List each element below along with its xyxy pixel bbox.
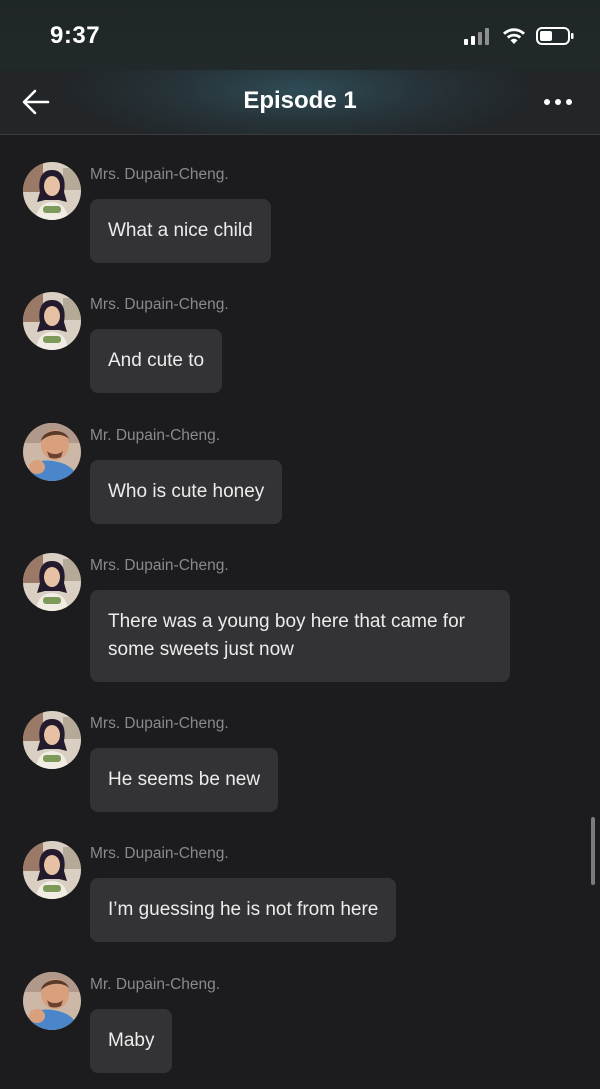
message-bubble[interactable]: I’m guessing he is not from here — [90, 878, 397, 942]
chat-list[interactable]: Mrs. Dupain-Cheng. What a nice child Mrs… — [0, 135, 600, 1089]
sender-name: Mrs. Dupain-Cheng. — [90, 296, 229, 313]
sender-name: Mrs. Dupain-Cheng. — [90, 845, 229, 862]
more-horizontal-icon — [544, 99, 572, 105]
message-bubble[interactable]: What a nice child — [90, 199, 271, 263]
status-icons — [464, 26, 574, 46]
avatar-mrs-icon — [23, 162, 81, 220]
sender-name: Mrs. Dupain-Cheng. — [90, 557, 229, 574]
scrollbar[interactable] — [591, 817, 595, 885]
avatar-mrs-dupain-cheng[interactable] — [23, 841, 81, 899]
avatar-mr-dupain-cheng[interactable] — [23, 423, 81, 481]
message-bubble[interactable]: Maby — [90, 1009, 173, 1073]
message-bubble[interactable]: Who is cute honey — [90, 460, 283, 524]
sender-name: Mrs. Dupain-Cheng. — [90, 715, 229, 732]
avatar-mrs-icon — [23, 711, 81, 769]
page-title: Episode 1 — [243, 87, 357, 114]
avatar-mrs-icon — [23, 553, 81, 611]
status-time: 9:37 — [50, 22, 101, 49]
avatar-mrs-icon — [23, 841, 81, 899]
wifi-icon — [503, 28, 525, 44]
avatar-mr-dupain-cheng[interactable] — [23, 972, 81, 1030]
avatar-mr-icon — [23, 972, 81, 1030]
sender-name: Mrs. Dupain-Cheng. — [90, 166, 229, 183]
message-bubble[interactable]: He seems be new — [90, 748, 279, 812]
avatar-mrs-dupain-cheng[interactable] — [23, 162, 81, 220]
avatar-mrs-icon — [23, 292, 81, 350]
sender-name: Mr. Dupain-Cheng. — [90, 976, 221, 993]
nav-header: Episode 1 — [0, 70, 600, 135]
status-bar: 9:37 — [0, 0, 600, 70]
avatar-mrs-dupain-cheng[interactable] — [23, 711, 81, 769]
cellular-signal-icon — [464, 28, 489, 45]
message-bubble[interactable]: There was a young boy here that came for… — [90, 590, 510, 682]
sender-name: Mr. Dupain-Cheng. — [90, 427, 221, 444]
avatar-mrs-dupain-cheng[interactable] — [23, 553, 81, 611]
more-options-button[interactable] — [538, 86, 578, 118]
avatar-mrs-dupain-cheng[interactable] — [23, 292, 81, 350]
battery-icon — [536, 27, 574, 45]
avatar-mr-icon — [23, 423, 81, 481]
message-bubble[interactable]: And cute to — [90, 329, 223, 393]
